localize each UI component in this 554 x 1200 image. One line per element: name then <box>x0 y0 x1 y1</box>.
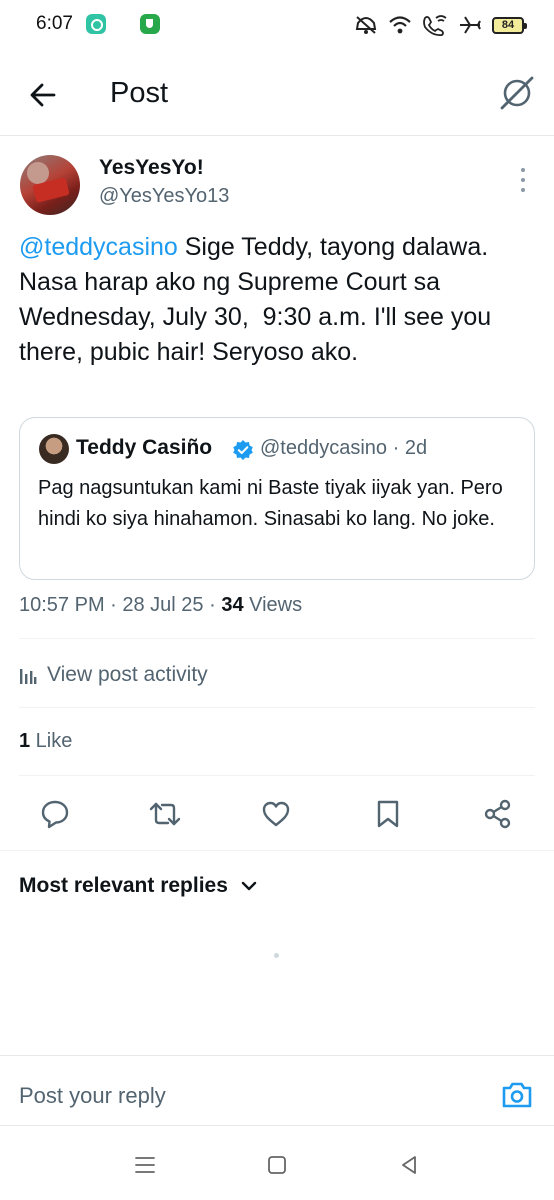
page-title: Post <box>110 77 169 109</box>
activity-label: View post activity <box>47 663 208 686</box>
quoted-post[interactable]: Teddy Casiño @teddycasino · 2d Pag nagsu… <box>19 417 535 580</box>
quoted-author-avatar <box>39 434 69 464</box>
views-count: 34 <box>221 594 244 616</box>
status-bar: 6:07 84 <box>0 0 554 50</box>
reply-button[interactable] <box>35 794 75 834</box>
views-label: Views <box>243 594 303 616</box>
replies-sort-dropdown[interactable]: Most relevant replies <box>19 874 258 898</box>
divider <box>0 850 554 851</box>
top-app-bar: Post <box>0 50 554 136</box>
likes-label: Like <box>30 730 73 752</box>
likes-count-link[interactable]: 1 Like <box>19 730 72 753</box>
camera-icon <box>502 1082 532 1108</box>
loading-indicator <box>274 953 279 958</box>
likes-count: 1 <box>19 730 31 752</box>
system-back-button[interactable] <box>396 1152 422 1178</box>
reply-input[interactable] <box>19 1083 449 1109</box>
wifi-icon <box>389 16 411 34</box>
home-button[interactable] <box>264 1152 290 1178</box>
post-action-bar <box>0 784 554 844</box>
chat-app-icon <box>86 14 106 34</box>
author-avatar[interactable] <box>20 155 80 215</box>
view-post-activity-button[interactable]: View post activity <box>19 660 208 690</box>
timestamp-text: 10:57 PM · 28 Jul 25 · <box>19 594 222 616</box>
grok-button[interactable] <box>498 74 536 112</box>
dot-icon <box>521 188 525 192</box>
divider <box>19 707 535 708</box>
repost-icon <box>149 802 181 826</box>
like-icon <box>262 801 290 827</box>
back-button[interactable] <box>26 78 60 112</box>
share-icon <box>484 799 511 829</box>
share-button[interactable] <box>478 794 518 834</box>
home-square-icon <box>268 1156 286 1174</box>
shield-app-icon <box>140 14 160 34</box>
analytics-icon <box>20 669 37 684</box>
mention-link[interactable]: @teddycasino <box>19 233 178 261</box>
author-display-name[interactable]: YesYesYo! <box>99 156 204 180</box>
back-triangle-icon <box>402 1156 416 1174</box>
bookmark-button[interactable] <box>368 794 408 834</box>
system-navigation-bar <box>0 1125 554 1200</box>
camera-button[interactable] <box>500 1078 534 1112</box>
grok-icon <box>500 76 534 110</box>
quoted-author-name: Teddy Casiño <box>76 436 213 459</box>
bookmark-icon <box>377 800 399 828</box>
post-text: @teddycasino Sige Teddy, tayong dalawa. … <box>19 230 534 370</box>
author-handle[interactable]: @YesYesYo13 <box>99 185 229 208</box>
replies-sort-label: Most relevant replies <box>19 874 228 897</box>
status-time: 6:07 <box>36 13 73 34</box>
reply-icon <box>41 800 69 829</box>
more-options-button[interactable] <box>513 168 533 192</box>
divider <box>19 775 535 776</box>
battery-icon: 84 <box>492 16 527 34</box>
verified-badge-icon <box>233 440 253 460</box>
quoted-post-text: Pag nagsuntukan kami ni Baste tiyak iiya… <box>38 477 503 530</box>
airplane-icon <box>460 16 481 34</box>
menu-icon <box>135 1157 155 1173</box>
back-arrow-icon <box>30 83 56 107</box>
dot-icon <box>521 178 525 182</box>
chevron-down-icon <box>241 881 257 891</box>
wifi-call-icon <box>423 15 447 36</box>
recent-apps-button[interactable] <box>132 1152 158 1178</box>
status-icons: 84 <box>354 14 527 36</box>
quoted-author-meta: @teddycasino · 2d <box>260 437 428 459</box>
post-timestamp: 10:57 PM · 28 Jul 25 · 34 Views <box>19 594 302 617</box>
mute-icon <box>355 16 377 34</box>
dot-icon <box>521 168 525 172</box>
repost-button[interactable] <box>145 794 185 834</box>
divider <box>19 638 535 639</box>
like-button[interactable] <box>256 794 296 834</box>
reply-composer <box>0 1055 554 1125</box>
